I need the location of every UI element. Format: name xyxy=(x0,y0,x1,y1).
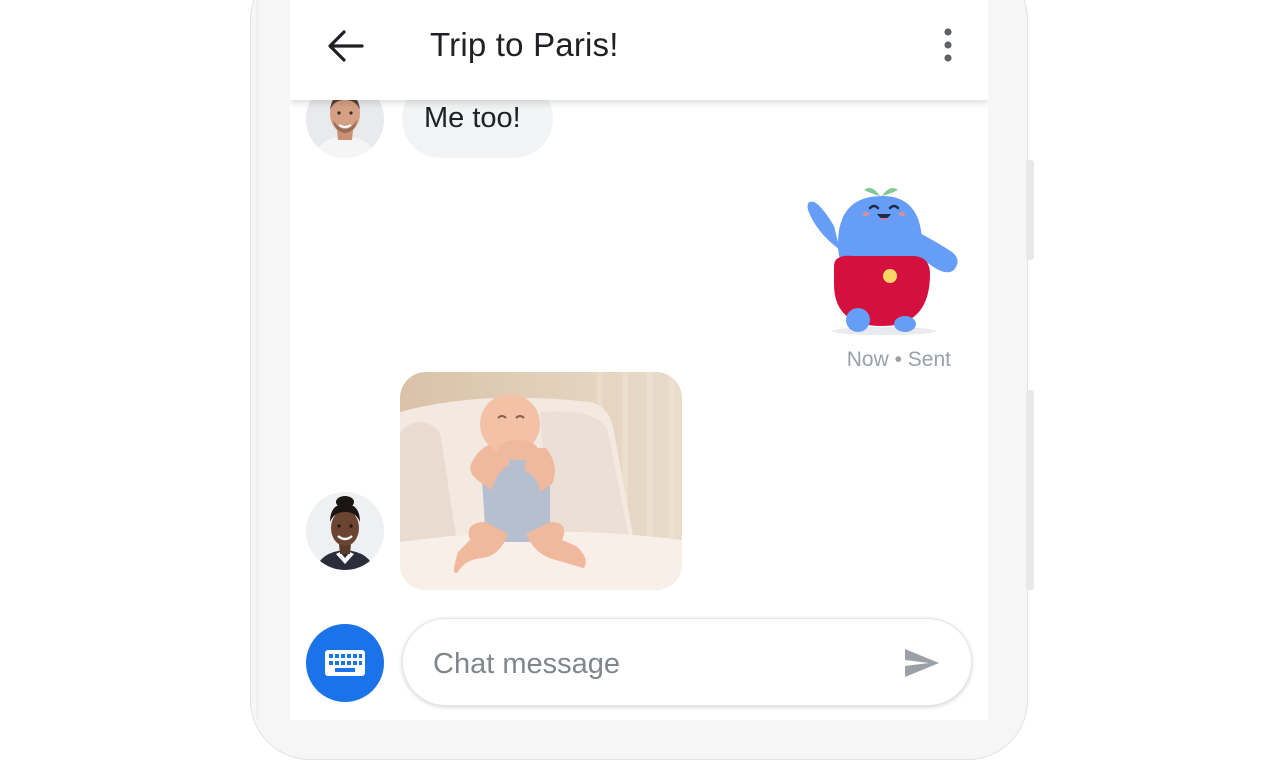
more-vert-icon[interactable] xyxy=(938,26,958,66)
message-text: Me too! xyxy=(424,102,521,134)
power-button xyxy=(1026,390,1034,590)
chat-message-input[interactable] xyxy=(431,641,875,687)
compose-bar xyxy=(402,618,972,706)
phone-edge xyxy=(256,0,262,720)
baby-sitting-photo[interactable] xyxy=(400,372,682,590)
keyboard-icon xyxy=(325,650,365,676)
send-icon[interactable] xyxy=(903,647,941,679)
conversation-screen: Trip to Paris! Me too! Now • Sent Chat m… xyxy=(290,0,988,720)
conversation-title: Trip to Paris! xyxy=(430,26,619,63)
avatar[interactable] xyxy=(306,492,384,570)
keyboard-button[interactable] xyxy=(306,624,384,702)
app-bar: Trip to Paris! xyxy=(290,0,988,100)
avatar-woman-image xyxy=(306,492,384,570)
photo-image xyxy=(400,372,682,590)
arrow-back-icon[interactable] xyxy=(326,28,364,64)
blue-blob-waving-sticker[interactable] xyxy=(800,180,972,340)
volume-button xyxy=(1026,160,1034,260)
message-status: Now • Sent xyxy=(846,348,951,371)
